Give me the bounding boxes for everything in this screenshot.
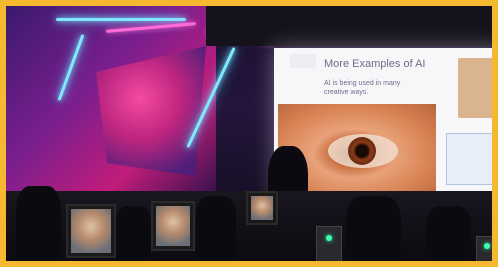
chair (346, 196, 401, 261)
neon-strip (56, 18, 186, 21)
chair (196, 196, 236, 261)
monitor (246, 191, 278, 225)
webcam-face (251, 196, 273, 220)
chair (16, 186, 61, 261)
document-thumbnail (446, 133, 492, 185)
monitor (66, 204, 116, 258)
webcam-face (156, 206, 190, 246)
ceiling (206, 6, 492, 46)
webcam-face (71, 209, 111, 253)
pc-light (484, 243, 490, 249)
slide-title: More Examples of AI (324, 58, 426, 70)
pc-tower (316, 226, 342, 261)
pc-tower (476, 236, 492, 261)
monitor (151, 201, 195, 251)
slide-logo (290, 54, 316, 68)
slide-body: AI is being used in many creative ways. (324, 80, 401, 96)
portrait-thumbnail (458, 58, 492, 118)
photo-frame: More Examples of AI AI is being used in … (0, 0, 498, 267)
chair (426, 206, 471, 261)
pc-light (326, 235, 332, 241)
chair (116, 206, 151, 261)
iris (348, 137, 376, 165)
